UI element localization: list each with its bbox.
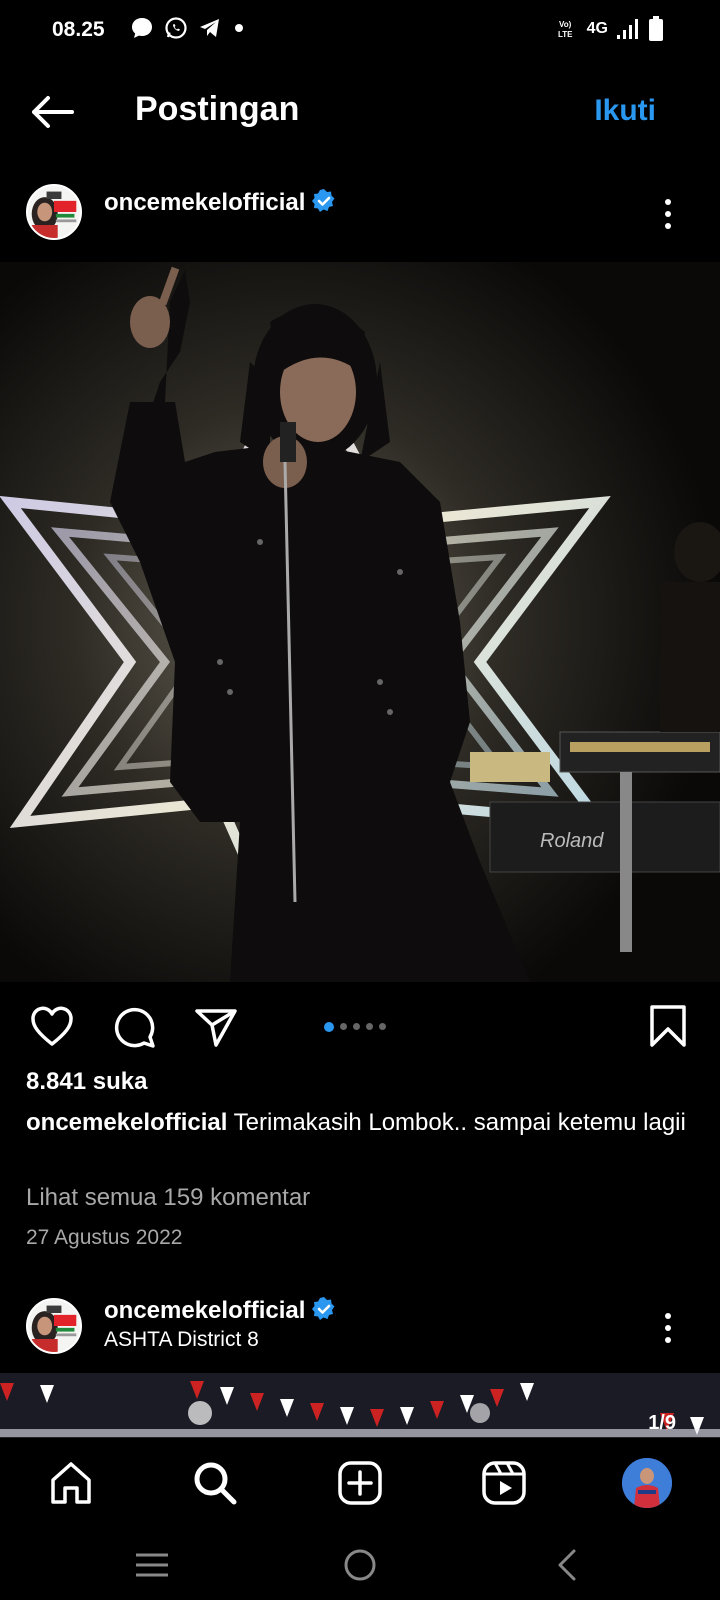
post-username[interactable]: oncemekelofficial xyxy=(104,1296,337,1325)
carousel-dot xyxy=(340,1023,347,1030)
volte-icon: Vo) LTE xyxy=(558,20,573,39)
nav-create[interactable] xyxy=(337,1460,383,1506)
more-vertical-icon xyxy=(665,199,671,229)
telegram-icon xyxy=(200,19,219,37)
svg-text:Vo): Vo) xyxy=(559,20,572,29)
username-text[interactable]: oncemekelofficial xyxy=(104,189,305,216)
follow-button[interactable]: Ikuti xyxy=(594,94,656,128)
nav-search[interactable] xyxy=(192,1460,238,1506)
avatar-image xyxy=(28,186,80,238)
signal-icon xyxy=(617,19,638,39)
more-options-button[interactable] xyxy=(656,196,680,232)
post-image[interactable]: Roland xyxy=(0,262,720,982)
system-status-icons: Vo) LTE 4G xyxy=(557,16,664,42)
home-circle-icon xyxy=(344,1549,376,1581)
whatsapp-icon xyxy=(165,17,187,39)
recents-icon xyxy=(136,1553,168,1577)
username-text[interactable]: oncemekelofficial xyxy=(104,1297,305,1324)
next-post-image[interactable] xyxy=(0,1373,720,1437)
carousel-dot xyxy=(366,1023,373,1030)
chat-bubble-icon xyxy=(132,18,152,38)
view-comments-link[interactable]: Lihat semua 159 komentar xyxy=(26,1184,310,1212)
reels-icon xyxy=(482,1461,526,1505)
send-icon xyxy=(195,1009,237,1047)
search-icon xyxy=(194,1462,237,1505)
status-bar: 08.25 Vo) LTE 4G xyxy=(0,0,720,62)
likes-count[interactable]: 8.841 suka xyxy=(26,1068,147,1096)
page-title: Postingan xyxy=(135,90,300,128)
notification-icons xyxy=(130,16,246,40)
avatar[interactable] xyxy=(26,1298,82,1354)
share-button[interactable] xyxy=(192,1003,240,1051)
more-vertical-icon xyxy=(665,1313,671,1343)
top-bar: Postingan Ikuti xyxy=(0,70,720,156)
next-post-header: oncemekelofficial ASHTA District 8 xyxy=(0,1290,720,1362)
svg-text:LTE: LTE xyxy=(558,30,573,39)
more-options-button[interactable] xyxy=(656,1310,680,1346)
nav-home[interactable] xyxy=(48,1460,94,1506)
battery-icon xyxy=(649,16,663,41)
back-button[interactable] xyxy=(28,92,76,132)
carousel-dot xyxy=(353,1023,360,1030)
heart-icon xyxy=(31,1006,73,1046)
bookmark-icon xyxy=(650,1005,686,1047)
profile-avatar-image xyxy=(622,1458,672,1508)
dot-icon xyxy=(235,24,243,32)
back-chevron-icon xyxy=(558,1549,576,1581)
post-location[interactable]: ASHTA District 8 xyxy=(104,1328,259,1352)
nav-profile-avatar[interactable] xyxy=(622,1458,672,1508)
caption-username[interactable]: oncemekelofficial xyxy=(26,1109,227,1136)
status-time: 08.25 xyxy=(52,18,105,41)
caption-text: Terimakasih Lombok.. sampai ketemu lagii xyxy=(233,1109,686,1136)
like-button[interactable] xyxy=(28,1003,76,1051)
home-icon xyxy=(51,1462,91,1504)
save-button[interactable] xyxy=(644,1003,692,1051)
verified-badge-icon xyxy=(312,1297,335,1320)
carousel-dot xyxy=(379,1023,386,1030)
home-system-button[interactable] xyxy=(340,1545,380,1585)
recents-button[interactable] xyxy=(132,1545,172,1585)
svg-text:Roland: Roland xyxy=(540,830,604,852)
avatar-image xyxy=(28,1300,80,1352)
concert-photo: Roland xyxy=(0,262,720,982)
back-system-button[interactable] xyxy=(548,1545,588,1585)
verified-badge-icon xyxy=(312,189,335,212)
image-counter: 1/9 xyxy=(648,1412,676,1434)
comment-icon xyxy=(114,1007,155,1048)
carousel-dot-active xyxy=(324,1022,334,1032)
post-header: oncemekelofficial xyxy=(0,176,720,248)
post-date: 27 Agustus 2022 xyxy=(26,1226,183,1249)
arrow-left-icon xyxy=(32,96,74,128)
avatar[interactable] xyxy=(26,184,82,240)
post-actions xyxy=(0,985,720,1065)
post-username[interactable]: oncemekelofficial xyxy=(104,188,337,217)
bunting-photo xyxy=(0,1373,720,1437)
carousel-indicator xyxy=(324,1022,386,1032)
network-type: 4G xyxy=(586,20,608,37)
post-caption: oncemekelofficial Terimakasih Lombok.. s… xyxy=(26,1106,696,1140)
nav-reels[interactable] xyxy=(481,1460,527,1506)
bottom-navigation xyxy=(0,1437,720,1527)
comment-button[interactable] xyxy=(110,1003,158,1051)
add-post-icon xyxy=(338,1461,382,1505)
system-navigation xyxy=(0,1527,720,1600)
